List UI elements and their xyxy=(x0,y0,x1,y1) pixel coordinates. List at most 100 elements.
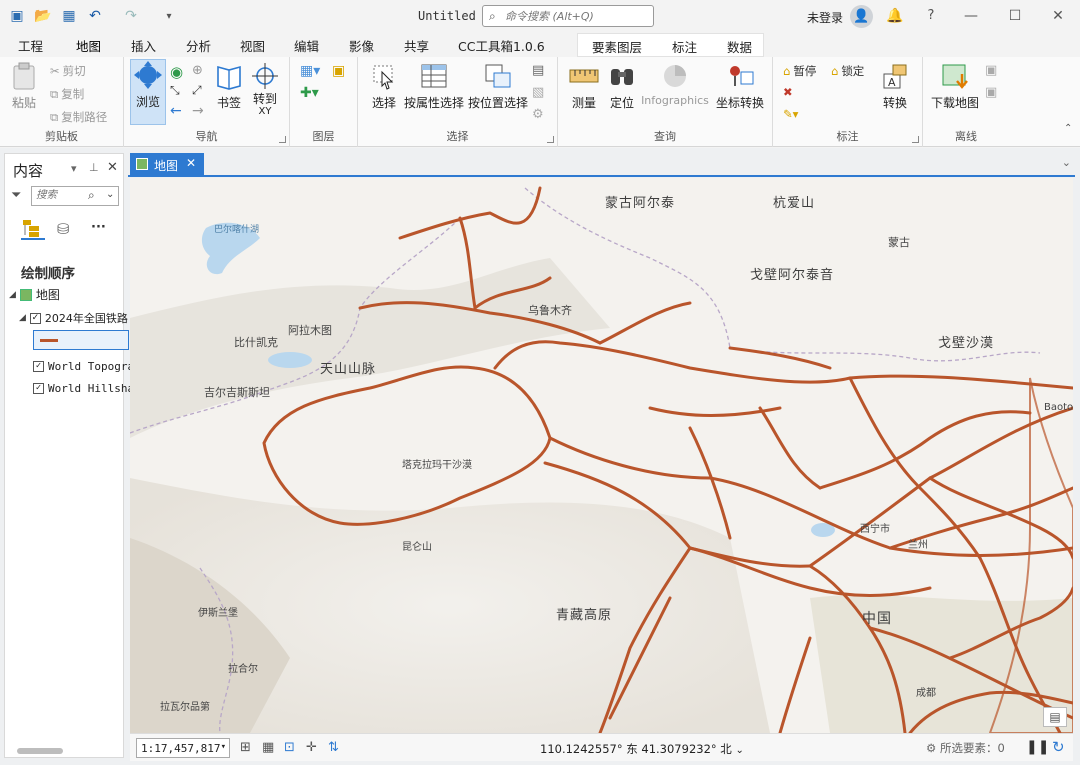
snapping-icon[interactable]: ⊡ xyxy=(284,740,295,755)
orient-icon[interactable]: ⇅ xyxy=(328,740,339,755)
pause-labeling-button[interactable]: ⌂ 暂停 xyxy=(783,63,816,79)
refresh-icon[interactable]: ↻ xyxy=(1052,738,1065,756)
tab-view[interactable]: 视图 xyxy=(240,36,265,55)
select-by-attributes-button[interactable]: 按属性选择 xyxy=(404,61,464,111)
layer-railway-checkbox[interactable]: ✓ xyxy=(29,312,41,324)
railway-symbol-swatch[interactable] xyxy=(33,330,129,350)
labeling-launcher-icon[interactable] xyxy=(912,136,919,143)
selected-features[interactable]: ⚙ 所选要素：0 xyxy=(926,740,1005,756)
layer-topo-checkbox[interactable]: ✓ xyxy=(33,361,44,372)
filter-icon[interactable]: ⏷ xyxy=(11,188,21,203)
save-icon[interactable]: ▦ xyxy=(60,7,78,25)
tab-project[interactable]: 工程 xyxy=(18,36,43,55)
zoom-to-layer-icon[interactable]: ⊕ xyxy=(192,63,203,78)
explore-button[interactable]: 浏览 xyxy=(130,59,166,125)
convert-coordinates-button[interactable]: 坐标转换 xyxy=(712,61,768,111)
contents-search[interactable]: ⌕ ⌄ xyxy=(31,186,119,206)
command-search[interactable]: ⌕ xyxy=(482,5,654,27)
forward-icon[interactable]: → xyxy=(192,103,204,119)
basemap-icon[interactable]: ▦▾ xyxy=(300,63,320,79)
collapse-icon[interactable]: ◢ xyxy=(9,290,16,300)
attributes-icon[interactable]: ▤ xyxy=(532,63,544,78)
tab-data[interactable]: 数据 xyxy=(727,37,752,56)
full-extent-icon[interactable]: ◉ xyxy=(170,63,183,81)
contents-search-input[interactable] xyxy=(36,189,86,201)
collapse-icon[interactable]: ◢ xyxy=(19,313,26,323)
map-node[interactable]: ◢ 地图 xyxy=(9,286,60,303)
selection-launcher-icon[interactable] xyxy=(547,136,554,143)
remove-offline-icon[interactable]: ▣ xyxy=(985,85,997,100)
options-icon[interactable]: ▾ xyxy=(71,162,77,175)
back-icon[interactable]: ← xyxy=(170,103,182,119)
pause-drawing-icon[interactable]: ❚❚ xyxy=(1026,739,1049,755)
maximize-icon[interactable]: ☐ xyxy=(1004,6,1026,26)
open-project-icon[interactable]: 📂 xyxy=(34,7,52,25)
collapse-ribbon-icon[interactable]: ⌃ xyxy=(1064,123,1072,134)
goto-xy-button[interactable]: 转到 XY xyxy=(248,61,282,117)
measure-button[interactable]: 测量 xyxy=(566,61,602,111)
grid-icon[interactable]: ▦ xyxy=(262,740,274,755)
customize-toolbar-icon[interactable]: ▾ xyxy=(160,7,178,25)
tab-insert[interactable]: 插入 xyxy=(131,36,156,55)
command-search-input[interactable] xyxy=(505,8,645,24)
tab-feature-layer[interactable]: 要素图层 xyxy=(592,37,642,56)
chevron-down-icon[interactable]: ⌄ xyxy=(106,189,114,200)
tab-analysis[interactable]: 分析 xyxy=(186,36,211,55)
sign-in-status[interactable]: 未登录 xyxy=(807,9,843,26)
notification-bell-icon[interactable]: 🔔 xyxy=(884,6,906,26)
fixed-zoom-in-icon[interactable]: ⤡ xyxy=(170,83,180,98)
map-view-tab[interactable]: 地图 ✕ xyxy=(130,153,204,177)
close-tab-icon[interactable]: ✕ xyxy=(186,156,196,170)
convert-labels-button[interactable]: A 转换 xyxy=(877,61,913,111)
sync-icon[interactable]: ▣ xyxy=(985,63,997,78)
scale-selector[interactable]: 1:17,457,817 ▾ xyxy=(136,738,230,758)
crosshair-icon[interactable]: ✛ xyxy=(306,740,317,755)
tab-cc-toolbox[interactable]: CC工具箱1.0.6 xyxy=(458,36,545,55)
copy-path-button[interactable]: ⧉ 复制路径 xyxy=(50,109,107,125)
undo-icon[interactable]: ↶ xyxy=(86,7,104,25)
table-select-icon xyxy=(418,61,450,91)
add-data-icon[interactable]: ▣ xyxy=(332,63,345,79)
avatar[interactable]: 👤 xyxy=(850,5,873,28)
coordinate-readout[interactable]: 110.1242557° 东 41.3079232° 北 ⌄ xyxy=(540,741,744,757)
select-by-location-button[interactable]: 按位置选择 xyxy=(468,61,528,111)
layer-hillshade-checkbox[interactable]: ✓ xyxy=(33,383,44,394)
tab-labeling[interactable]: 标注 xyxy=(672,37,697,56)
copy-button[interactable]: ⧉ 复制 xyxy=(50,86,84,102)
fixed-zoom-out-icon[interactable]: ⤢ xyxy=(192,83,202,98)
pin-icon[interactable]: ⊥ xyxy=(89,161,99,174)
drawing-order-tab[interactable] xyxy=(21,218,45,240)
tab-list-icon[interactable]: ⌄ xyxy=(1062,156,1071,169)
layer-railway[interactable]: ◢ ✓ 2024年全国铁路 xyxy=(19,310,128,326)
tab-edit[interactable]: 编辑 xyxy=(294,36,319,55)
horizontal-scrollbar[interactable] xyxy=(17,748,63,754)
label-options-icon[interactable]: ✎▾ xyxy=(783,107,798,121)
help-button[interactable]: ? xyxy=(920,6,942,26)
zoom-to-selection-icon[interactable]: ⚙ xyxy=(532,107,544,122)
close-icon[interactable]: ✕ xyxy=(1047,6,1069,26)
paste-button[interactable]: 粘贴 xyxy=(6,61,42,111)
map-view[interactable]: 蒙古阿尔泰 杭爱山 蒙古 巴尔喀什湖 戈壁阿尔泰音 乌鲁木齐 比什凯克 阿拉木图… xyxy=(130,178,1073,733)
lock-labels-button[interactable]: ⌂ 锁定 xyxy=(831,63,864,79)
navigate-launcher-icon[interactable] xyxy=(279,136,286,143)
view-unplaced-icon[interactable]: ✖ xyxy=(783,85,793,99)
attribution-icon[interactable]: ▤ xyxy=(1043,707,1067,727)
database-icon[interactable]: ⛁ xyxy=(57,220,70,238)
clear-selection-icon[interactable]: ▧ xyxy=(532,85,544,100)
redo-icon[interactable]: ↷ xyxy=(122,7,140,25)
fixed-scale-icon[interactable]: ⊞ xyxy=(240,740,251,755)
select-button[interactable]: 选择 xyxy=(366,61,402,111)
bookmarks-button[interactable]: 书签 xyxy=(212,61,246,111)
tab-share[interactable]: 共享 xyxy=(404,36,429,55)
cut-button[interactable]: ✂ 剪切 xyxy=(50,63,86,79)
more-options-icon[interactable]: ··· xyxy=(91,220,106,235)
add-preset-icon[interactable]: ✚▾ xyxy=(300,85,319,101)
minimize-icon[interactable]: — xyxy=(960,6,982,26)
download-map-button[interactable]: 下载地图 xyxy=(927,61,983,111)
tab-map[interactable]: 地图 xyxy=(76,36,102,59)
close-pane-icon[interactable]: ✕ xyxy=(107,160,118,175)
tab-imagery[interactable]: 影像 xyxy=(349,36,374,55)
locate-button[interactable]: 定位 xyxy=(604,61,640,111)
map-canvas[interactable] xyxy=(130,178,1073,733)
infographics-button[interactable]: Infographics xyxy=(640,61,710,107)
